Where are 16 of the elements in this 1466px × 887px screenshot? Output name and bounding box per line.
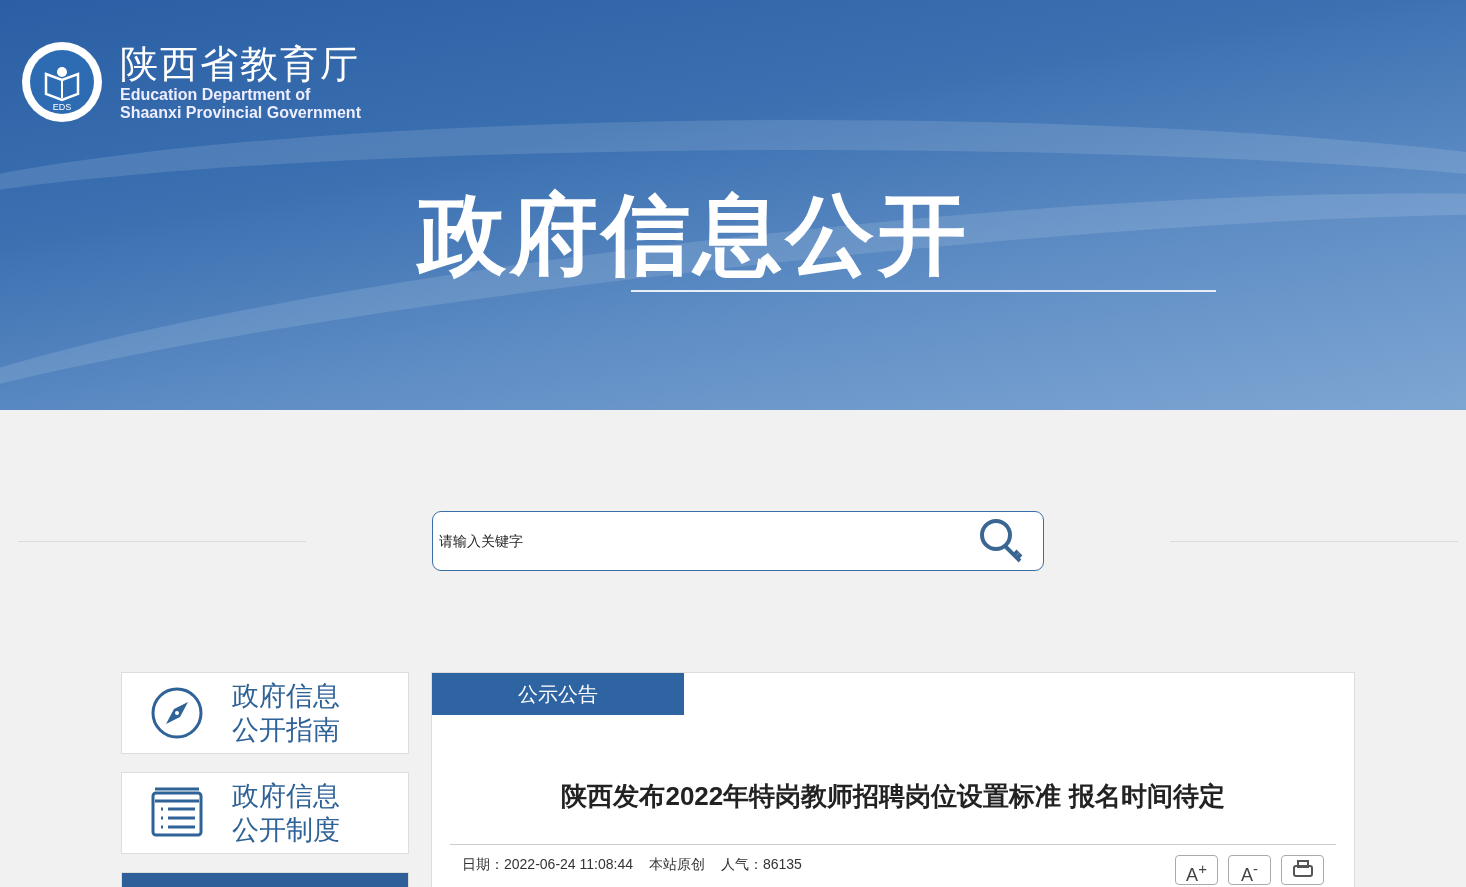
site-name: 陕西省教育厅: [120, 42, 361, 86]
font-decrease-button[interactable]: A$^{-}$: [1228, 855, 1271, 885]
meta-text: 人气：86135: [720, 856, 802, 872]
print-button[interactable]: [1281, 855, 1324, 885]
meta-text: 日期：2022-06-24 11:08:44: [462, 856, 633, 872]
printer-icon: [1291, 860, 1314, 880]
banner-title: 政府信息公开: [418, 184, 970, 286]
article-title: 陕西发布2022年特岗教师招聘岗位设置标准 报名时间待定: [560, 780, 1226, 813]
font-increase-button[interactable]: A$^{+}$: [1175, 855, 1218, 885]
compass-icon: [150, 686, 204, 740]
search-field[interactable]: 请输入关键字: [432, 511, 1044, 571]
list-icon: [151, 787, 203, 839]
emblem-logo: EDS: [20, 40, 104, 124]
site-english-name: Education Department of Shaanxi Provincial Government: [120, 86, 361, 122]
category-tab[interactable]: 公示公告: [432, 673, 684, 715]
meta-text: 本站原创: [648, 856, 705, 872]
